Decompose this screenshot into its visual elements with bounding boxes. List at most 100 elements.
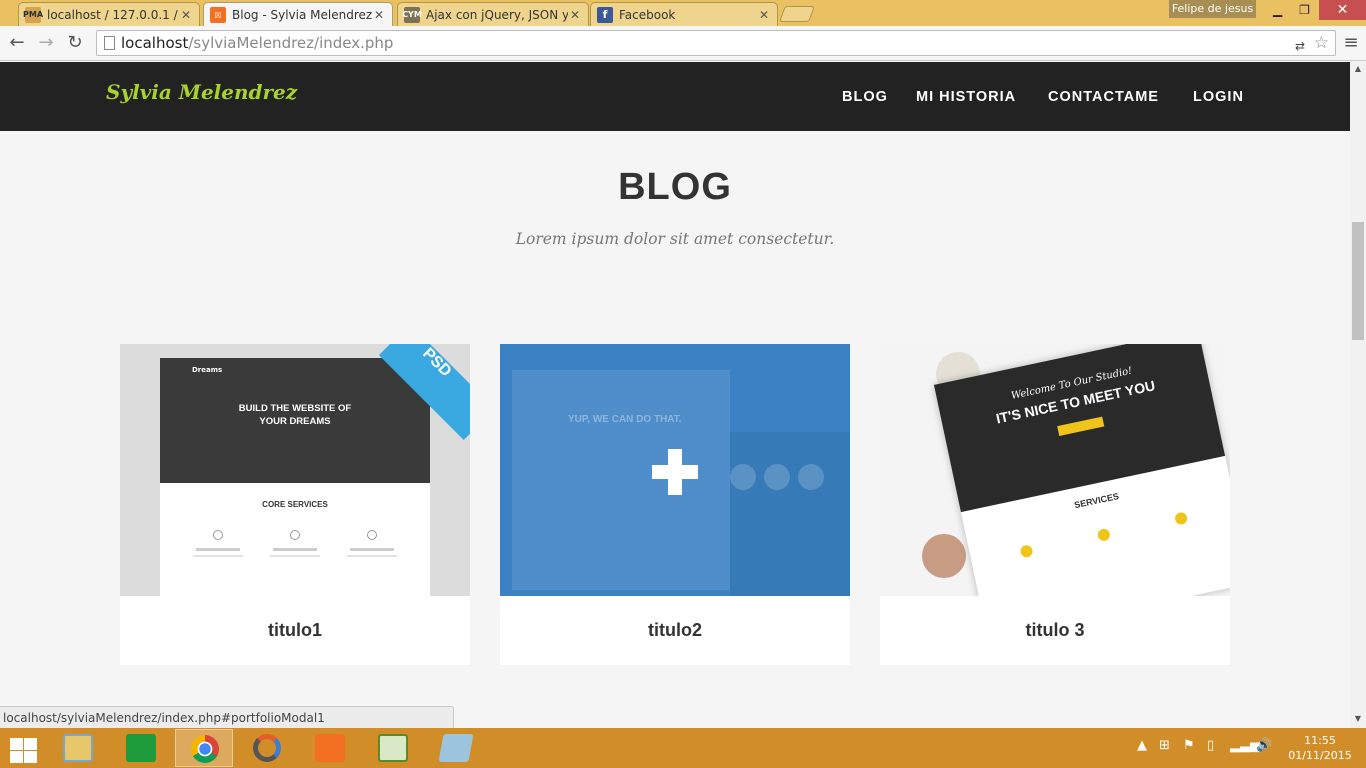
browser-toolbar: ← → ↻ localhost/sylviaMelendrez/index.ph… [0, 26, 1366, 61]
mockup-service-icon [1173, 511, 1189, 526]
app-icon [253, 734, 281, 762]
taskbar-clock[interactable]: 11:55 01/11/2015 [1284, 733, 1356, 763]
taskbar-app2[interactable] [427, 729, 485, 767]
card-title[interactable]: titulo1 [120, 596, 470, 665]
card-thumbnail-hover[interactable]: YUP, WE CAN DO THAT. [500, 344, 850, 596]
taskbar-app[interactable] [238, 729, 296, 767]
restore-icon[interactable]: ❐ [1291, 0, 1318, 20]
phpmyadmin-icon: PMA [23, 6, 43, 23]
notepad-plus-icon [378, 734, 408, 762]
website-mockup: Welcome To Our Studio! IT'S NICE TO MEET… [933, 344, 1230, 596]
tab-title: Blog - Sylvia Melendrez [232, 8, 372, 22]
site-brand[interactable]: Sylvia Melendrez [106, 80, 297, 104]
profile-name[interactable]: Felipe de jesus [1169, 0, 1256, 18]
window-close-button[interactable]: ✕ [1319, 0, 1366, 20]
xampp-icon [315, 734, 345, 762]
chrome-icon [191, 735, 219, 763]
mockup-hero: Dreams BUILD THE WEBSITE OF YOUR DREAMS [160, 358, 430, 483]
tab-facebook[interactable]: f Facebook ✕ [590, 2, 778, 26]
windows-icon[interactable]: ⊞ [1159, 738, 1170, 753]
section-title: BLOG [618, 166, 732, 208]
tab-title: Facebook [619, 7, 676, 22]
taskbar-chrome[interactable] [175, 729, 233, 767]
mockup-ghost [512, 370, 730, 590]
mockup-avatar [730, 464, 756, 490]
app-icon [438, 734, 474, 762]
taskbar-notepad[interactable] [364, 729, 422, 767]
portfolio-card-2[interactable]: YUP, WE CAN DO THAT. titulo2 [500, 344, 850, 665]
page-scrollbar[interactable]: ▲ ▼ [1350, 62, 1366, 728]
tab-phpmyadmin[interactable]: PMA localhost / 127.0.0.1 / blog ✕ [18, 2, 200, 26]
tab-title: Ajax con jQuery, JSON y P [426, 7, 568, 22]
browser-tab-bar: PMA localhost / 127.0.0.1 / blog ✕ ☒ Blo… [0, 0, 1366, 27]
nav-contactame[interactable]: CONTACTAME [1048, 89, 1159, 105]
site-navbar: Sylvia Melendrez BLOG MI HISTORIA CONTAC… [0, 62, 1350, 131]
nav-login[interactable]: LOGIN [1193, 89, 1244, 105]
mockup-service [188, 530, 248, 570]
mockup-headline: BUILD THE WEBSITE OF YOUR DREAMS [160, 402, 430, 428]
scroll-up-icon[interactable]: ▲ [1350, 64, 1366, 73]
cym-icon: CYM [402, 6, 422, 23]
nav-mi-historia[interactable]: MI HISTORIA [916, 89, 1016, 105]
tray-expand-icon[interactable]: ▲ [1137, 738, 1147, 753]
mockup-portrait [922, 534, 966, 578]
nav-blog[interactable]: BLOG [842, 89, 888, 105]
minimize-icon[interactable]: ▁ [1264, 0, 1291, 20]
action-center-flag-icon[interactable]: ⚑ [1183, 738, 1195, 753]
taskbar-store[interactable] [112, 729, 170, 767]
battery-icon[interactable]: ▯ [1207, 738, 1214, 753]
back-icon[interactable]: ← [5, 31, 29, 55]
tab-blog[interactable]: ☒ Blog - Sylvia Melendrez ✕ [203, 2, 393, 27]
forward-icon[interactable]: → [34, 31, 58, 55]
taskbar-xampp[interactable] [301, 729, 359, 767]
tab-title: localhost / 127.0.0.1 / blog [47, 7, 179, 22]
website-mockup: Dreams BUILD THE WEBSITE OF YOUR DREAMS … [160, 358, 430, 596]
url-text[interactable]: localhost/sylviaMelendrez/index.php [121, 31, 393, 55]
card-thumbnail[interactable]: Dreams BUILD THE WEBSITE OF YOUR DREAMS … [120, 344, 470, 596]
card-title[interactable]: titulo2 [500, 596, 850, 665]
address-bar[interactable]: localhost/sylviaMelendrez/index.php ⇄ ☆ [96, 30, 1336, 56]
card-thumbnail[interactable]: Welcome To Our Studio! IT'S NICE TO MEET… [880, 344, 1230, 596]
chevron-left-icon: ‹ [176, 512, 187, 542]
status-bar-url: localhost/sylviaMelendrez/index.php#port… [0, 706, 454, 728]
xampp-icon: ☒ [210, 7, 226, 23]
menu-icon[interactable]: ≡ [1340, 31, 1362, 55]
page-icon [104, 36, 115, 50]
bookmark-star-icon[interactable]: ☆ [1314, 31, 1329, 55]
mockup-ghost-heading: YUP, WE CAN DO THAT. [568, 414, 682, 425]
reload-icon[interactable]: ↻ [63, 31, 87, 55]
clock-time: 11:55 [1304, 734, 1336, 747]
close-icon[interactable]: ✕ [568, 8, 582, 22]
mockup-service [265, 530, 325, 570]
portfolio-card-3[interactable]: Welcome To Our Studio! IT'S NICE TO MEET… [880, 344, 1230, 665]
close-icon[interactable]: ✕ [179, 8, 193, 22]
scroll-down-icon[interactable]: ▼ [1350, 714, 1366, 723]
page-viewport: Sylvia Melendrez BLOG MI HISTORIA CONTAC… [0, 62, 1350, 728]
new-tab-button[interactable] [779, 6, 815, 22]
url-host: localhost [121, 34, 189, 52]
translate-icon[interactable]: ⇄ [1295, 34, 1305, 58]
mockup-avatar [764, 464, 790, 490]
file-explorer-icon [63, 734, 93, 762]
facebook-icon: f [597, 6, 613, 23]
mockup-headline-line: BUILD THE WEBSITE OF [238, 403, 352, 414]
close-icon[interactable]: ✕ [757, 8, 771, 22]
mockup-avatar [798, 464, 824, 490]
taskbar-explorer[interactable] [49, 729, 107, 767]
close-icon[interactable]: ✕ [372, 8, 386, 22]
mockup-headline-line: YOUR DREAMS [259, 416, 331, 427]
store-icon [126, 734, 156, 762]
mockup-ghost [730, 432, 850, 596]
volume-icon[interactable]: 🔊 [1256, 738, 1272, 753]
mockup-service-icon [1096, 527, 1111, 542]
clock-date: 01/11/2015 [1288, 749, 1352, 762]
mockup-section-title: CORE SERVICES [262, 500, 328, 509]
card-title[interactable]: titulo 3 [880, 596, 1230, 665]
windows-start-icon[interactable] [8, 736, 38, 763]
windows-taskbar: ▲ ⊞ ⚑ ▯ ▂▃▅ 🔊 11:55 01/11/2015 [0, 728, 1366, 768]
tab-ajax[interactable]: CYM Ajax con jQuery, JSON y P ✕ [397, 2, 589, 26]
portfolio-card-1[interactable]: Dreams BUILD THE WEBSITE OF YOUR DREAMS … [120, 344, 470, 665]
scrollbar-thumb[interactable] [1352, 222, 1364, 340]
mockup-service-icon [1019, 544, 1034, 559]
section-subtitle: Lorem ipsum dolor sit amet consectetur. [515, 230, 835, 248]
